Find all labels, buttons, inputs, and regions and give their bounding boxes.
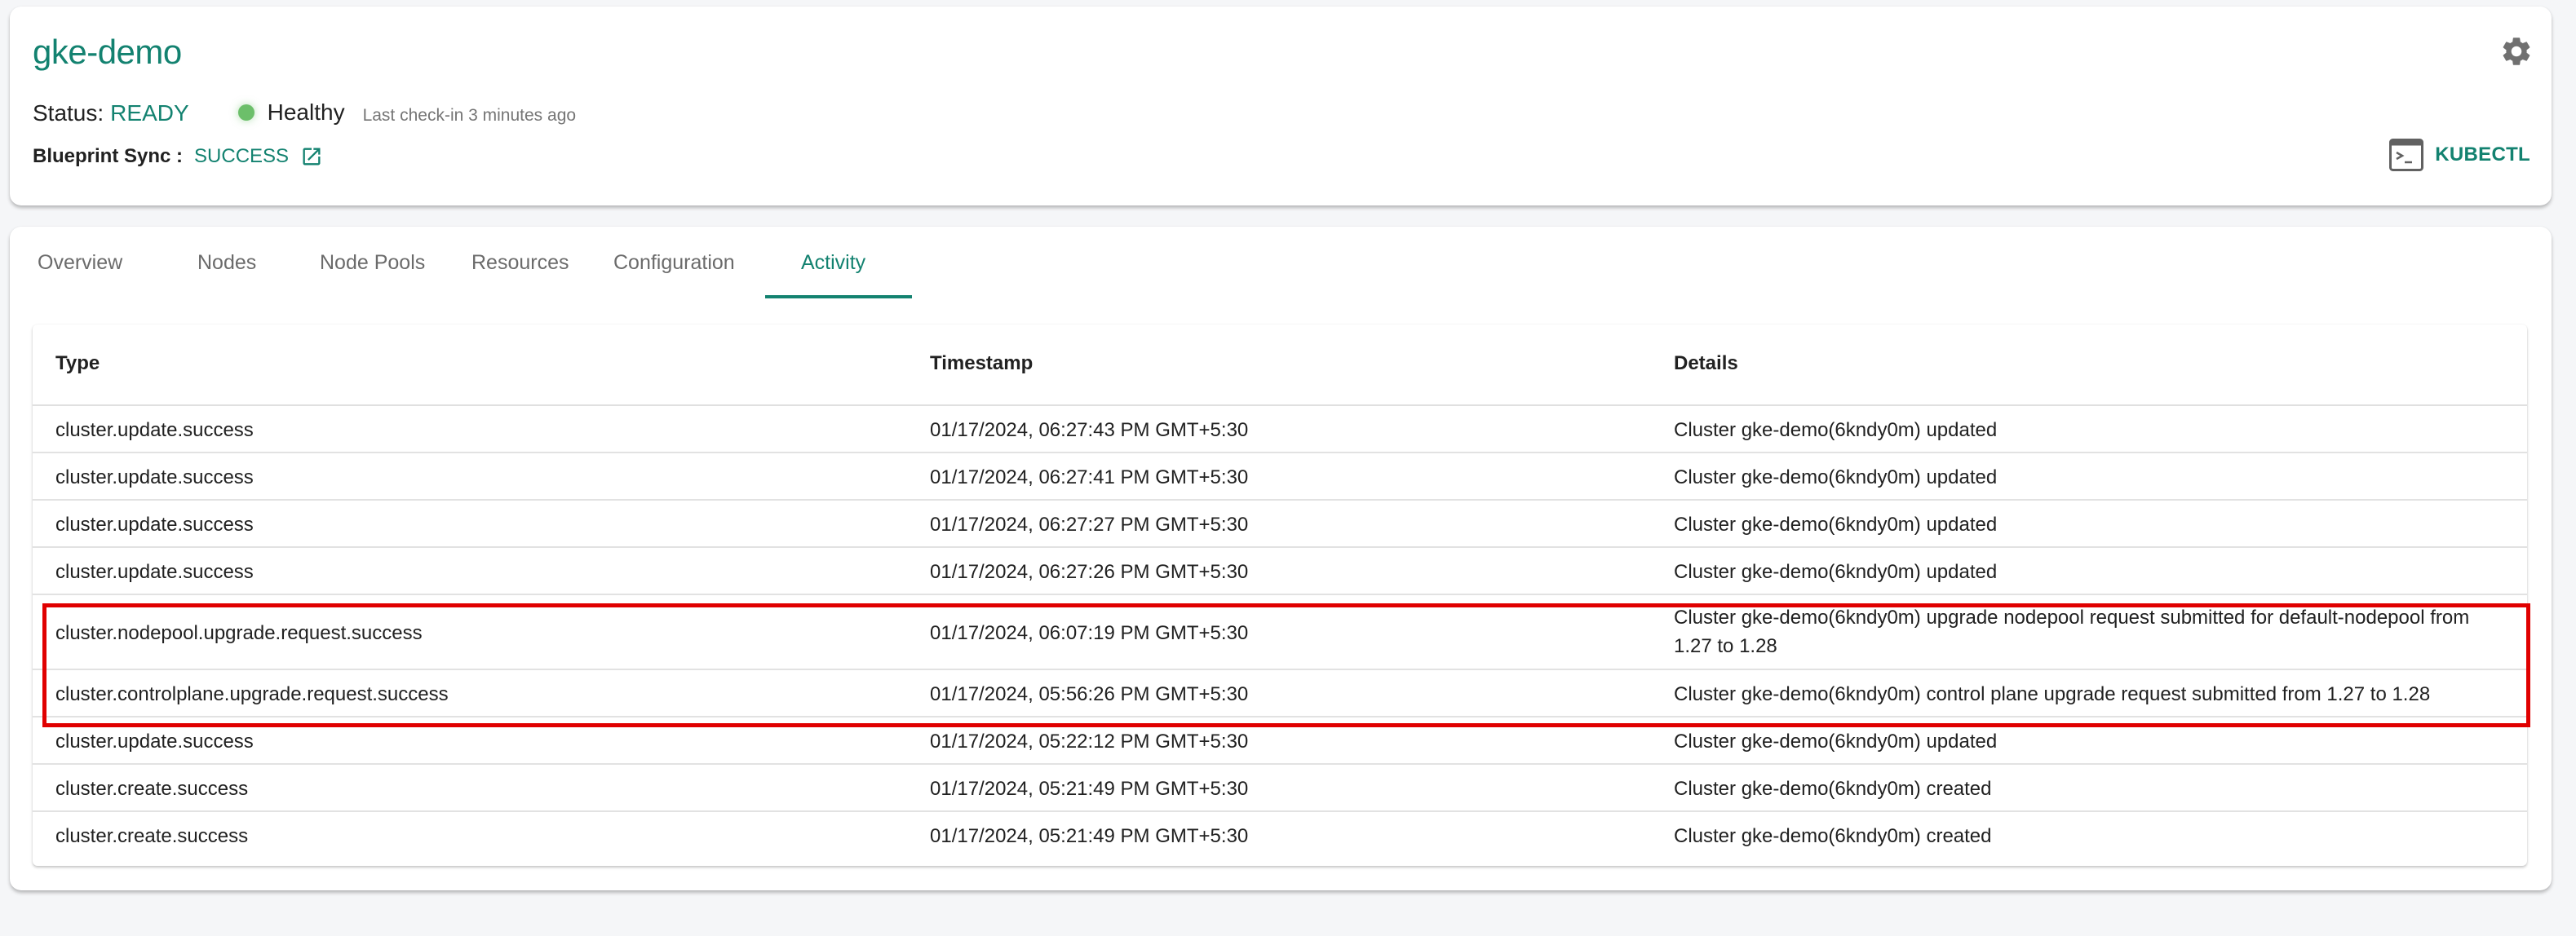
table-row[interactable]: cluster.update.success 01/17/2024, 06:27:… — [33, 501, 2527, 548]
column-header-timestamp: Timestamp — [930, 352, 1033, 374]
table-row[interactable]: cluster.update.success 01/17/2024, 06:27:… — [33, 453, 2527, 501]
tab-configuration[interactable]: Configuration — [613, 251, 735, 275]
terminal-icon — [2389, 139, 2424, 171]
type-cell: cluster.controlplane.upgrade.request.suc… — [55, 682, 449, 705]
external-link-icon[interactable] — [300, 145, 323, 168]
type-cell: cluster.update.success — [55, 560, 254, 583]
table-row[interactable]: cluster.update.success 01/17/2024, 06:27:… — [33, 406, 2527, 453]
timestamp-cell: 01/17/2024, 06:07:19 PM GMT+5:30 — [930, 621, 1249, 644]
details-cell: Cluster gke-demo(6kndy0m) created — [1674, 777, 1992, 800]
kubectl-button[interactable]: KUBECTL — [2389, 139, 2530, 171]
details-cell: Cluster gke-demo(6kndy0m) updated — [1674, 466, 1998, 488]
details-cell: Cluster gke-demo(6kndy0m) updated — [1674, 560, 1998, 583]
tab-resources[interactable]: Resources — [471, 251, 569, 275]
tab-overview[interactable]: Overview — [38, 251, 122, 275]
health-dot-icon — [237, 104, 255, 121]
details-cell: Cluster gke-demo(6kndy0m) upgrade nodepo… — [1674, 607, 2470, 657]
tab-nodes[interactable]: Nodes — [197, 251, 256, 275]
blueprint-sync-row: Blueprint Sync : SUCCESS — [33, 145, 323, 168]
details-cell: Cluster gke-demo(6kndy0m) updated — [1674, 730, 1998, 753]
health-indicator: Healthy — [237, 99, 345, 126]
table-row[interactable]: cluster.update.success 01/17/2024, 05:22:… — [33, 717, 2527, 765]
type-cell: cluster.update.success — [55, 466, 254, 488]
timestamp-cell: 01/17/2024, 06:27:41 PM GMT+5:30 — [930, 466, 1249, 488]
cluster-title: gke-demo — [33, 33, 182, 71]
timestamp-cell: 01/17/2024, 06:27:27 PM GMT+5:30 — [930, 513, 1249, 536]
details-cell: Cluster gke-demo(6kndy0m) updated — [1674, 418, 1998, 441]
tab-activity[interactable]: Activity — [801, 251, 865, 275]
timestamp-cell: 01/17/2024, 05:56:26 PM GMT+5:30 — [930, 682, 1249, 705]
tab-bar: Overview Nodes Node Pools Resources Conf… — [10, 227, 2552, 300]
details-cell: Cluster gke-demo(6kndy0m) created — [1674, 824, 1992, 847]
timestamp-cell: 01/17/2024, 05:22:12 PM GMT+5:30 — [930, 730, 1249, 753]
last-checkin: Last check-in 3 minutes ago — [362, 106, 577, 125]
details-cell: Cluster gke-demo(6kndy0m) updated — [1674, 513, 1998, 536]
status-label: Status: — [33, 100, 104, 126]
type-cell: cluster.update.success — [55, 513, 254, 536]
type-cell: cluster.update.success — [55, 418, 254, 441]
details-cell: Cluster gke-demo(6kndy0m) control plane … — [1674, 682, 2431, 705]
type-cell: cluster.nodepool.upgrade.request.success — [55, 621, 423, 644]
activity-table: Type Timestamp Details cluster.update.su… — [33, 325, 2527, 866]
kubectl-label: KUBECTL — [2435, 143, 2530, 166]
table-header: Type Timestamp Details — [33, 325, 2527, 406]
column-header-details: Details — [1674, 352, 1738, 374]
blueprint-sync-value[interactable]: SUCCESS — [194, 145, 289, 168]
timestamp-cell: 01/17/2024, 05:21:49 PM GMT+5:30 — [930, 824, 1249, 847]
health-text: Healthy — [267, 99, 345, 125]
type-cell: cluster.create.success — [55, 777, 249, 800]
tab-node-pools[interactable]: Node Pools — [320, 251, 425, 275]
column-header-type: Type — [55, 352, 100, 374]
table-row[interactable]: cluster.controlplane.upgrade.request.suc… — [33, 670, 2527, 717]
status-value: READY — [110, 100, 189, 126]
active-tab-indicator — [765, 295, 912, 298]
table-row[interactable]: cluster.create.success 01/17/2024, 05:21:… — [33, 812, 2527, 859]
blueprint-sync-label: Blueprint Sync : — [33, 145, 184, 167]
timestamp-cell: 01/17/2024, 06:27:43 PM GMT+5:30 — [930, 418, 1249, 441]
type-cell: cluster.update.success — [55, 730, 254, 753]
status-row: Status: READY Healthy Last check-in 3 mi… — [33, 99, 576, 126]
table-row[interactable]: cluster.create.success 01/17/2024, 05:21:… — [33, 765, 2527, 812]
timestamp-cell: 01/17/2024, 06:27:26 PM GMT+5:30 — [930, 560, 1249, 583]
type-cell: cluster.create.success — [55, 824, 249, 847]
table-row[interactable]: cluster.update.success 01/17/2024, 06:27:… — [33, 548, 2527, 595]
gear-icon[interactable] — [2499, 34, 2534, 68]
timestamp-cell: 01/17/2024, 05:21:49 PM GMT+5:30 — [930, 777, 1249, 800]
cluster-header-card: gke-demo Status: READY Healthy Last chec… — [10, 7, 2552, 205]
activity-card: Overview Nodes Node Pools Resources Conf… — [10, 227, 2552, 890]
table-row[interactable]: cluster.nodepool.upgrade.request.success… — [33, 595, 2527, 670]
